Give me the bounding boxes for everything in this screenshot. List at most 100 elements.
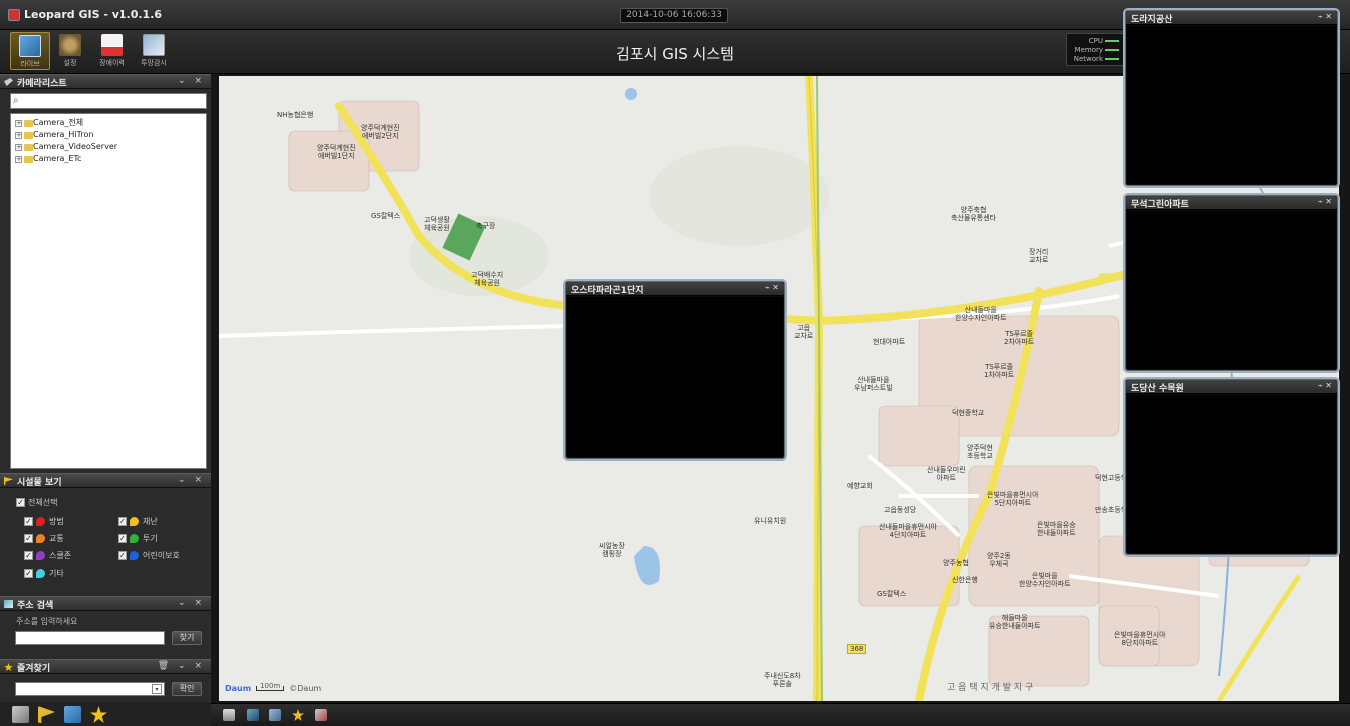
address-prompt: 주소를 입력하세요 — [16, 617, 78, 626]
map-icon[interactable] — [64, 706, 81, 723]
pin-icon — [130, 517, 139, 526]
folder-icon — [24, 132, 33, 139]
camera-search-input[interactable]: ⌕ — [10, 93, 207, 109]
map-label: 양주2동 우체국 — [987, 552, 1011, 568]
pin-icon — [36, 517, 45, 526]
map-label: 산내들마을 한양수자인아파트 — [955, 306, 1007, 322]
live-icon — [19, 35, 41, 57]
video-window-header[interactable]: 도당산 수목원 ⌁ ✕ — [1126, 380, 1337, 394]
select-all-checkbox[interactable]: ✓ 전체선택 — [16, 497, 57, 508]
toolbar-net-monitoring-button[interactable]: 투망감시 — [134, 32, 174, 70]
daum-logo: Daum — [225, 684, 252, 693]
favorites-confirm-button[interactable]: 확인 — [172, 682, 202, 696]
tools-icon[interactable] — [12, 706, 29, 723]
map-label: 양주농협 — [943, 559, 969, 567]
panel-controls[interactable]: ⌄ × — [178, 475, 205, 485]
map-label: 현대아파트 — [873, 338, 906, 346]
map-scale: Daum 100m ©Daum — [225, 683, 322, 694]
map-label: 양주축협 축산물유통센타 — [951, 206, 997, 222]
app-logo-icon — [8, 9, 20, 21]
facility-item[interactable]: ✓ 스쿨존 — [24, 550, 71, 561]
video-window-controls[interactable]: ⌁ ✕ — [1318, 12, 1332, 21]
map-label: 유니유치원 — [754, 517, 787, 525]
map-label: 양주덕현 초등학교 — [967, 444, 993, 460]
address-input[interactable] — [15, 631, 165, 645]
address-find-button[interactable]: 찾기 — [172, 631, 202, 645]
map-label: GS칼텍스 — [371, 212, 401, 220]
video-window-controls[interactable]: ⌁ ✕ — [765, 283, 779, 292]
pin-icon — [36, 551, 45, 560]
tree-item[interactable]: + Camera_ETc — [11, 154, 206, 164]
map-label: 고읍 교차로 — [794, 324, 814, 340]
panel-controls[interactable]: 🗑 ⌄ × — [158, 661, 205, 671]
datetime-display: 2014-10-06 16:06:33 — [620, 8, 728, 23]
facility-item[interactable]: ✓ 교통 — [24, 533, 64, 544]
video-window-controls[interactable]: ⌁ ✕ — [1318, 197, 1332, 206]
video-feed — [1127, 26, 1336, 184]
video-window-title: 오스타파라곤1단지 — [571, 286, 644, 296]
settings-icon — [59, 34, 81, 56]
map-search-icon — [4, 600, 13, 608]
map-label: 고덕배수지 체육공원 — [471, 271, 504, 287]
network-meter — [1105, 57, 1119, 60]
map-attribution: ©Daum — [289, 684, 322, 693]
map-label: 고읍동성당 — [884, 506, 917, 514]
memory-meter — [1105, 48, 1119, 51]
facility-item[interactable]: ✓ 재난 — [118, 516, 158, 527]
map-label: 은빛마을휴먼시아 5단지아파트 — [987, 491, 1039, 507]
facility-item[interactable]: ✓ 어린이보호 — [118, 550, 180, 561]
net-monitoring-icon — [143, 34, 165, 56]
star-icon[interactable] — [292, 709, 304, 721]
panel-controls[interactable]: ⌄ × — [178, 598, 205, 608]
map-label: 산내들마을 우남퍼스트빌 — [854, 376, 893, 392]
tree-item[interactable]: + Camera_VideoServer — [11, 142, 206, 152]
pin-icon — [36, 534, 45, 543]
map-label: 고덕생활 체육공원 — [424, 216, 450, 232]
video-feed — [567, 297, 783, 457]
camera-view-icon[interactable] — [269, 709, 281, 721]
facility-item[interactable]: ✓ 투기 — [118, 533, 158, 544]
flag-icon[interactable] — [38, 706, 55, 723]
map-label: 장거리 교차로 — [1029, 248, 1049, 264]
video-window-controls[interactable]: ⌁ ✕ — [1318, 381, 1332, 390]
video-window[interactable]: 도라지공산 ⌁ ✕ — [1125, 10, 1338, 186]
tree-item[interactable]: + Camera_HiTron — [11, 130, 206, 140]
map-label: 산내들마을휴먼시아 4단지아파트 — [879, 523, 937, 539]
facility-item[interactable]: ✓ 기타 — [24, 568, 64, 579]
map-label: 은빛마을휴먼시아 8단지아파트 — [1114, 631, 1166, 647]
toolbar-settings-button[interactable]: 설정 — [50, 32, 90, 70]
address-search-header: 주소 검색 ⌄ × — [0, 596, 211, 611]
flag-icon — [4, 477, 13, 485]
favorites-header: 즐겨찾기 🗑 ⌄ × — [0, 659, 211, 674]
video-window-header[interactable]: 도라지공산 ⌁ ✕ — [1126, 11, 1337, 25]
app-window: Leopard GIS - v1.0.1.6 2014-10-06 16:06:… — [0, 0, 1350, 726]
map-label: 양주덕계현진 에버빌1단지 — [317, 144, 356, 160]
favorites-select[interactable]: ▾ — [15, 682, 165, 696]
video-window[interactable]: 도당산 수목원 ⌁ ✕ — [1125, 379, 1338, 555]
road-number-label: 368 — [847, 644, 867, 654]
pin-icon — [130, 551, 139, 560]
chevron-down-icon: ▾ — [152, 684, 162, 694]
video-window-header[interactable]: 오스타파라곤1단지 ⌁ ✕ — [566, 282, 784, 296]
facility-item[interactable]: ✓ 방범 — [24, 516, 64, 527]
map-label: 은빛마을유승 한내들아파트 — [1037, 521, 1076, 537]
panel-controls[interactable]: ⌄ × — [178, 76, 205, 86]
camera-list-header: 카메라리스트 ⌄ × — [0, 74, 211, 89]
toolbar-live-button[interactable]: 라이브 — [10, 32, 50, 70]
map-label: 예향교회 — [847, 482, 873, 490]
map-district-label: 고 읍 택 지 개 발 지 구 — [947, 683, 1034, 693]
video-window[interactable]: 오스타파라곤1단지 ⌁ ✕ — [565, 281, 785, 459]
toolbar-fault-history-button[interactable]: 장애이력 — [92, 32, 132, 70]
map-label: TS푸르졸 2차아파트 — [1004, 330, 1035, 346]
alert-icon[interactable] — [315, 709, 327, 721]
video-window[interactable]: 무석그린아파트 ⌁ ✕ — [1125, 195, 1338, 371]
map-label: 양주덕계현진 에버빌2단지 — [361, 124, 400, 140]
grid-layout-icon[interactable] — [223, 709, 235, 721]
star-icon — [4, 663, 13, 671]
video-window-header[interactable]: 무석그린아파트 ⌁ ✕ — [1126, 196, 1337, 210]
network-label: Network — [1073, 54, 1103, 63]
map-icon[interactable] — [247, 709, 259, 721]
map-label: 덕현중학교 — [952, 409, 985, 417]
star-icon[interactable] — [90, 706, 107, 723]
tree-item[interactable]: + Camera_전체 — [11, 118, 206, 128]
